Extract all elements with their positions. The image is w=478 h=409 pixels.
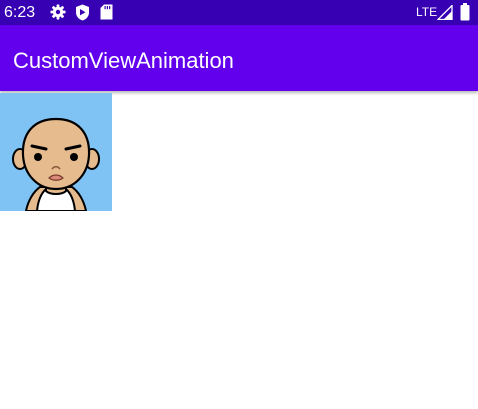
- battery-icon: [460, 3, 470, 21]
- app-title: CustomViewAnimation: [13, 48, 234, 73]
- shield-icon: [76, 4, 89, 21]
- status-time: 6:23: [4, 4, 36, 21]
- app-bar: CustomViewAnimation: [0, 25, 478, 91]
- status-bar: 6:23 LTE: [0, 0, 478, 25]
- status-network-label: LTE: [416, 5, 438, 19]
- avatar-view[interactable]: [0, 93, 112, 211]
- sd-card-icon: [100, 4, 113, 20]
- signal-icon: [437, 5, 453, 20]
- cartoon-man-avatar-icon: [12, 117, 100, 211]
- gear-icon: [50, 4, 66, 20]
